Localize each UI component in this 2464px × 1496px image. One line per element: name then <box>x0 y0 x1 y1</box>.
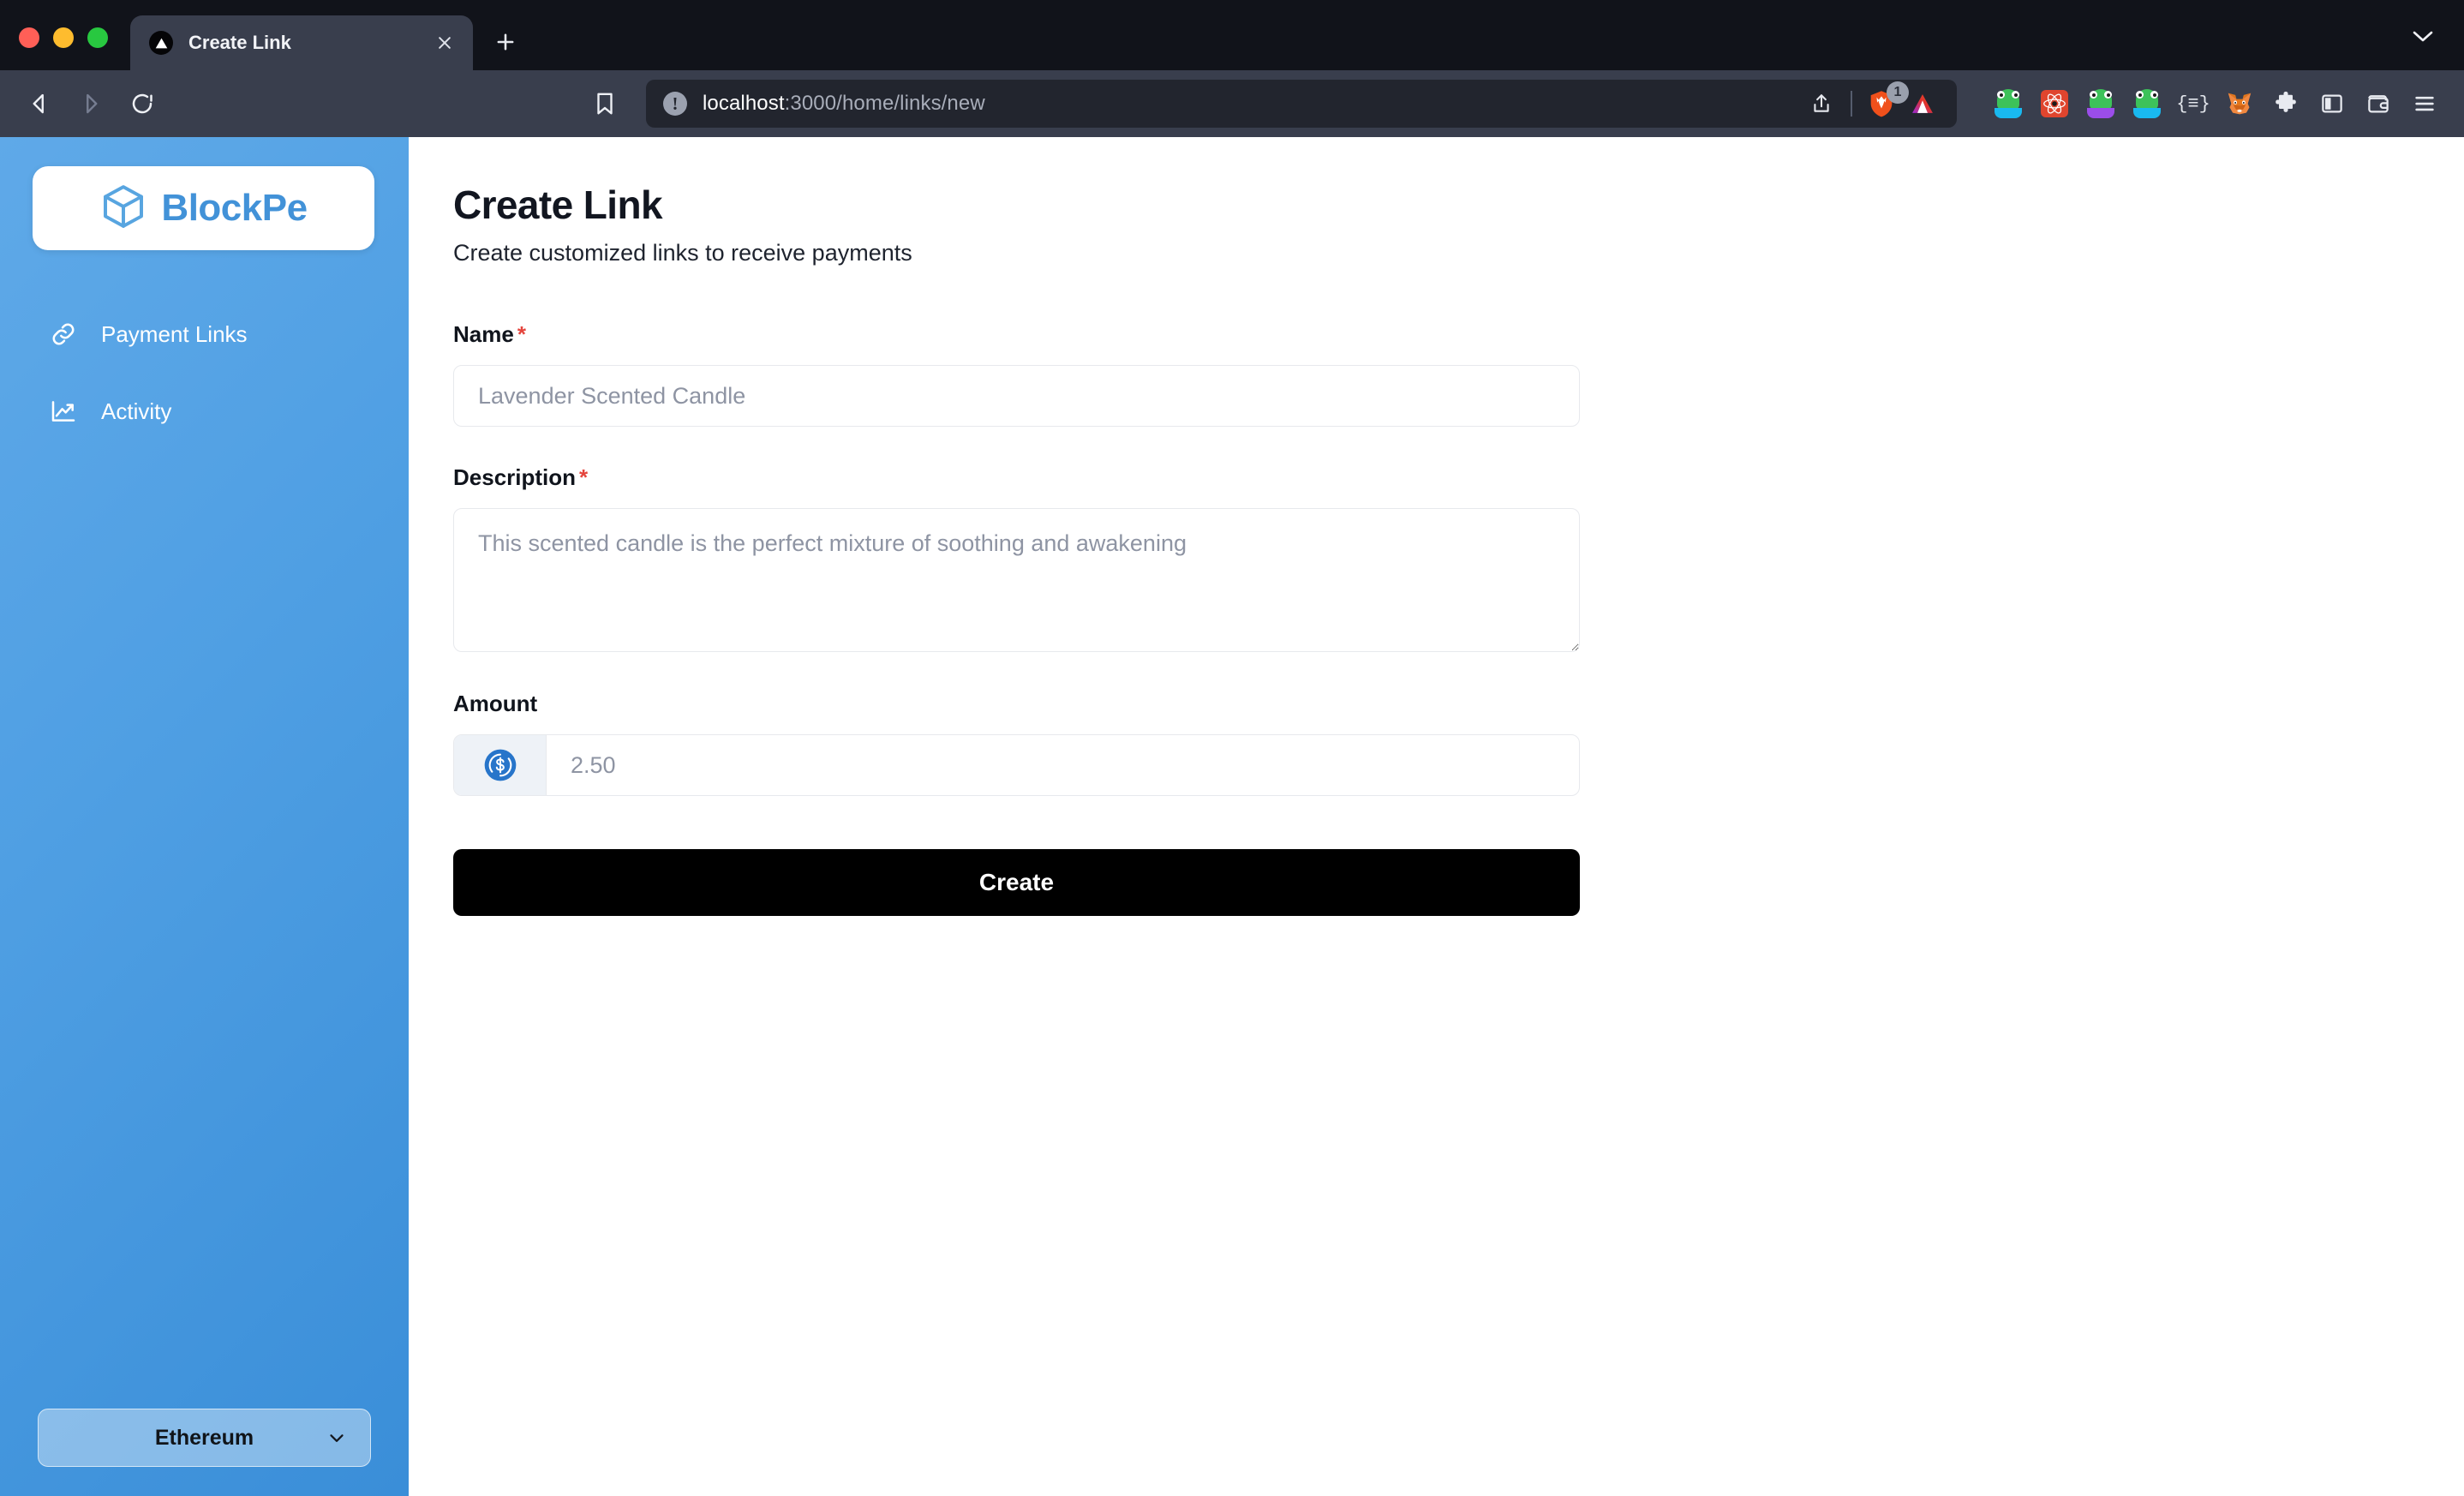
metamask-fox-icon[interactable] <box>2221 85 2258 123</box>
amount-label-text: Amount <box>453 691 538 716</box>
description-field: Description * <box>453 464 1580 656</box>
brave-wallet-icon[interactable] <box>2359 85 2397 123</box>
link-chain-icon <box>50 320 77 348</box>
description-label-text: Description <box>453 464 577 490</box>
tab-strip: Create Link <box>0 0 2464 70</box>
bookmark-icon[interactable] <box>581 80 629 128</box>
app-logo[interactable]: BlockPe <box>33 166 374 250</box>
share-icon[interactable] <box>1801 83 1842 124</box>
main-content: Create Link Create customized links to r… <box>409 137 2464 1496</box>
window-traffic-lights <box>19 27 108 70</box>
url-text: localhost:3000/home/links/new <box>703 92 985 116</box>
forward-arrow-icon[interactable] <box>67 80 115 128</box>
maximize-window-button[interactable] <box>87 27 108 48</box>
amount-field: Amount <box>453 691 1580 796</box>
name-field: Name * <box>453 321 1580 427</box>
new-tab-button[interactable] <box>481 18 529 66</box>
extensions-puzzle-icon[interactable] <box>2267 85 2305 123</box>
amount-label: Amount <box>453 691 1580 717</box>
vercel-triangle-icon <box>149 31 173 55</box>
omnibox-actions: 1 <box>1801 81 1943 124</box>
sidebar-panel-icon[interactable] <box>2313 85 2351 123</box>
shields-blocked-count: 1 <box>1887 81 1909 104</box>
toolbar-divider <box>1851 91 1852 117</box>
sidebar: BlockPe Payment Links Activity Ethereum <box>0 137 409 1496</box>
chevron-down-icon <box>326 1427 348 1449</box>
network-selector[interactable]: Ethereum <box>38 1409 371 1467</box>
amount-input-group <box>453 734 1580 796</box>
page-subtitle: Create customized links to receive payme… <box>453 240 912 266</box>
info-circle-icon[interactable]: ! <box>663 92 687 116</box>
page-title: Create Link <box>453 183 663 227</box>
reload-icon[interactable] <box>118 80 166 128</box>
app-logo-text: BlockPe <box>161 187 308 229</box>
network-selector-value: Ethereum <box>154 1425 254 1450</box>
browser-toolbar: ! localhost:3000/home/links/new 1 {≡} <box>0 70 2464 137</box>
sidebar-item-payment-links[interactable]: Payment Links <box>0 307 409 362</box>
sidebar-item-label: Payment Links <box>101 320 248 347</box>
close-window-button[interactable] <box>19 27 39 48</box>
tab-title: Create Link <box>188 32 291 53</box>
url-path: :3000/home/links/new <box>784 92 985 115</box>
usdc-coin-icon[interactable] <box>454 735 547 795</box>
extensions-bar: {≡} <box>1989 85 2443 123</box>
trending-up-chart-icon <box>50 398 77 425</box>
minimize-window-button[interactable] <box>53 27 74 48</box>
name-input[interactable] <box>453 365 1580 427</box>
react-devtools-icon[interactable] <box>2036 85 2073 123</box>
name-label: Name * <box>453 321 1580 348</box>
sidebar-nav: Payment Links Activity <box>0 307 409 461</box>
browser-window: Create Link ! localhost:3000/home/links/… <box>0 0 2464 1496</box>
page-content: BlockPe Payment Links Activity Ethereum … <box>0 137 2464 1496</box>
browser-tab[interactable]: Create Link <box>130 15 473 70</box>
network-selector-wrapper: Ethereum <box>0 1409 409 1467</box>
close-icon[interactable] <box>432 30 458 56</box>
description-textarea[interactable] <box>453 508 1580 652</box>
description-label: Description * <box>453 464 1580 491</box>
amount-input[interactable] <box>547 735 1579 795</box>
address-bar[interactable]: ! localhost:3000/home/links/new 1 <box>646 80 1957 128</box>
rabby-wallet-blue-icon[interactable] <box>2128 85 2166 123</box>
sidebar-item-activity[interactable]: Activity <box>0 384 409 439</box>
brave-shields-lion-icon[interactable]: 1 <box>1861 81 1909 124</box>
json-viewer-icon[interactable]: {≡} <box>2174 85 2212 123</box>
required-asterisk: * <box>517 321 526 347</box>
sidebar-item-label: Activity <box>101 398 172 424</box>
cube-icon <box>99 183 147 235</box>
back-arrow-icon[interactable] <box>15 80 63 128</box>
create-link-form: Name* Description* Amount <box>453 321 1580 916</box>
name-label-text: Name <box>453 321 514 347</box>
rabby-wallet-purple-icon[interactable] <box>2082 85 2120 123</box>
browser-menu-icon[interactable] <box>2406 85 2443 123</box>
rabby-wallet-icon[interactable] <box>1989 85 2027 123</box>
url-host: localhost <box>703 92 785 115</box>
required-asterisk: * <box>579 464 589 490</box>
create-button[interactable]: Create <box>453 849 1580 916</box>
chevron-down-icon[interactable] <box>2406 19 2440 53</box>
